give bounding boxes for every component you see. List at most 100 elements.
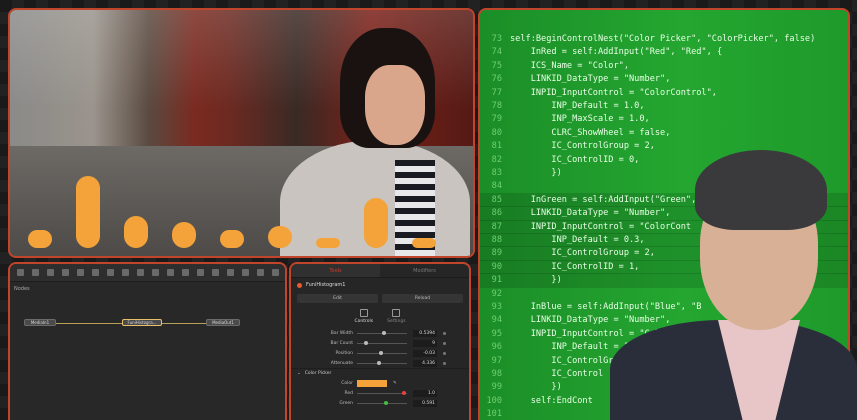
chevron-down-icon: ⌄ — [297, 371, 301, 376]
keyframe-icon[interactable] — [443, 341, 446, 345]
color-picker-section[interactable]: ⌄ Color Picker — [291, 368, 469, 378]
keyframe-icon[interactable] — [443, 351, 446, 355]
tool-icon[interactable] — [76, 269, 84, 276]
param-slider[interactable] — [357, 340, 407, 345]
tool-header: FuniHistogram1 — [291, 278, 469, 292]
param-slider-knob[interactable] — [363, 340, 368, 345]
green-label: Green — [339, 400, 353, 406]
tool-icon[interactable] — [166, 269, 174, 276]
reload-button[interactable]: Reload — [382, 294, 463, 303]
tool-buttons: Edit Reload — [291, 292, 469, 305]
line-number: 73 — [491, 34, 502, 44]
video-viewer[interactable] — [8, 8, 475, 258]
code-line[interactable]: 80 CLRC_ShowWheel = false, — [480, 126, 848, 140]
inspector-panel[interactable]: Tools Modifiers FuniHistogram1 Edit Relo… — [289, 262, 471, 420]
param-value[interactable]: 4.336 — [413, 359, 437, 367]
param-slider[interactable] — [357, 330, 407, 335]
tool-icon[interactable] — [61, 269, 69, 276]
keyframe-icon[interactable] — [443, 331, 446, 335]
param-row: Attenuate 4.336 — [291, 358, 469, 368]
line-number: 87 — [491, 221, 502, 232]
histogram-bar — [316, 238, 340, 248]
node-link — [56, 323, 122, 324]
tool-color-icon — [297, 282, 302, 288]
code-line[interactable]: 74 InRed = self:AddInput("Red", "Red", { — [480, 45, 848, 59]
eyedropper-icon[interactable]: ✎ — [393, 381, 397, 386]
code-text: INPID_InputControl = "ColorControl", — [510, 87, 717, 98]
red-value[interactable]: 1.0 — [413, 389, 437, 397]
histogram-bar — [76, 176, 100, 248]
code-text: INP_Default = 1.0, — [510, 101, 645, 111]
param-slider-knob[interactable] — [381, 330, 386, 335]
line-number: 74 — [491, 47, 502, 58]
line-number: 96 — [491, 342, 502, 353]
histogram-bar — [172, 222, 196, 248]
node-editor[interactable]: Nodes MediaIn1 FuniHistogra... MediaOut1 — [8, 262, 287, 420]
histogram-bar — [220, 230, 244, 248]
param-value[interactable]: -0.03 — [413, 349, 437, 357]
tool-icon[interactable] — [211, 269, 219, 276]
tool-icon[interactable] — [136, 269, 144, 276]
tool-icon[interactable] — [151, 269, 159, 276]
tool-icon[interactable] — [256, 269, 264, 276]
tool-icon[interactable] — [106, 269, 114, 276]
param-value[interactable]: 0.5394 — [413, 329, 437, 337]
color-swatch[interactable] — [357, 379, 387, 387]
node-mediaout[interactable]: MediaOut1 — [206, 319, 240, 326]
code-text: INP_MaxScale = 1.0, — [510, 114, 650, 125]
tab-modifiers[interactable]: Modifiers — [380, 264, 469, 277]
line-number: 75 — [491, 60, 502, 71]
param-value[interactable]: 9 — [413, 339, 437, 347]
green-value[interactable]: 0.591 — [413, 399, 437, 407]
code-text: }) — [510, 382, 562, 393]
param-label: Bar Count — [330, 340, 354, 346]
tool-icon[interactable] — [121, 269, 129, 276]
nodes-title: Nodes — [14, 286, 30, 292]
green-slider-knob[interactable] — [384, 400, 389, 405]
tab-settings[interactable]: Settings — [387, 309, 406, 324]
param-slider-knob[interactable] — [376, 360, 381, 365]
param-slider[interactable] — [357, 360, 407, 365]
red-slider[interactable] — [357, 390, 407, 395]
tool-icon[interactable] — [16, 269, 24, 276]
code-line[interactable]: 77 INPID_InputControl = "ColorControl", — [480, 86, 848, 100]
line-number: 95 — [491, 328, 502, 339]
line-number: 85 — [491, 194, 502, 205]
code-line[interactable]: 73 self:BeginControlNest("Color Picker", … — [480, 32, 848, 46]
control-tabs: Controls Settings — [291, 305, 469, 328]
tab-tools[interactable]: Tools — [291, 264, 380, 277]
presenter-webcam — [600, 150, 857, 420]
line-number: 99 — [491, 382, 502, 393]
histogram-bar — [412, 238, 436, 248]
tool-icon[interactable] — [46, 269, 54, 276]
node-toolbar — [10, 264, 285, 282]
tab-settings-label: Settings — [387, 319, 406, 324]
code-line[interactable]: 78 INP_Default = 1.0, — [480, 99, 848, 113]
code-line[interactable]: 79 INP_MaxScale = 1.0, — [480, 112, 848, 126]
code-text: self:EndCont — [510, 395, 593, 406]
edit-button[interactable]: Edit — [297, 294, 378, 303]
code-line[interactable]: 76 LINKID_DataType = "Number", — [480, 72, 848, 86]
param-slider-knob[interactable] — [379, 350, 384, 355]
tool-icon[interactable] — [31, 269, 39, 276]
tool-icon[interactable] — [241, 269, 249, 276]
code-line[interactable]: 75 ICS_Name = "Color", — [480, 59, 848, 73]
histogram-bar — [364, 198, 388, 248]
keyframe-icon[interactable] — [443, 361, 446, 365]
param-label: Position — [335, 350, 353, 356]
tool-icon[interactable] — [271, 269, 279, 276]
node-mediain[interactable]: MediaIn1 — [24, 319, 56, 326]
tool-icon[interactable] — [181, 269, 189, 276]
tool-icon[interactable] — [91, 269, 99, 276]
green-slider[interactable] — [357, 400, 407, 405]
line-number: 94 — [491, 315, 502, 326]
tab-controls[interactable]: Controls — [354, 309, 373, 324]
node-histogram[interactable]: FuniHistogra... — [122, 319, 162, 326]
red-slider-knob[interactable] — [402, 390, 407, 395]
line-number: 91 — [491, 275, 502, 286]
inspector-tabs: Tools Modifiers — [291, 264, 469, 278]
tool-icon[interactable] — [196, 269, 204, 276]
tool-icon[interactable] — [226, 269, 234, 276]
presenter-hair — [695, 150, 827, 230]
param-slider[interactable] — [357, 350, 407, 355]
